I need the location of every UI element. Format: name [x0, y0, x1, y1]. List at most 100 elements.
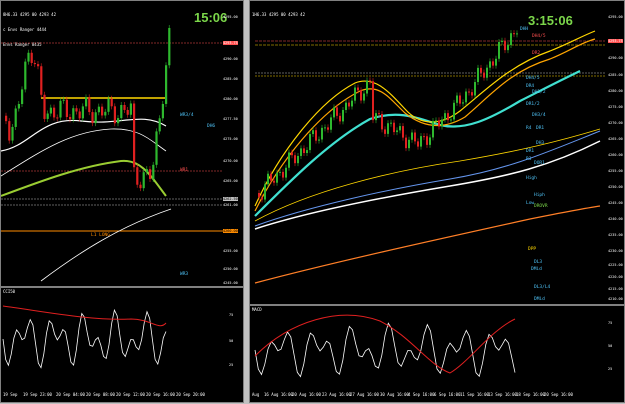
candle — [375, 113, 377, 121]
oscillator-line — [2, 308, 167, 369]
candle — [369, 80, 371, 82]
left-price-chart[interactable] — [1, 1, 243, 404]
price-label: 4250.00 — [223, 267, 238, 271]
candle — [429, 137, 431, 145]
candle — [333, 107, 335, 118]
left-chart-window[interactable]: 8H6.33 4295 00 4293 42 c Envs Ranger 444… — [0, 0, 244, 403]
date-label: 23 Aug 16:00 — [322, 392, 351, 397]
candle — [300, 148, 302, 156]
ema-lime-line — [1, 159, 167, 197]
candle — [387, 123, 389, 134]
ema-white-line — [1, 118, 167, 152]
price-label: 4230.00 — [608, 249, 623, 253]
indicator-scale: 25 — [608, 367, 613, 371]
price-label: 4293.75 — [608, 39, 623, 43]
candle — [145, 169, 148, 173]
candle — [139, 184, 142, 189]
date-label: 18 Sep 16:00 — [516, 392, 545, 397]
indicator-scale: 50 — [608, 344, 613, 348]
candle — [468, 91, 470, 93]
candle — [390, 122, 392, 124]
level-tag: High — [526, 176, 537, 181]
candle — [88, 97, 91, 113]
candle — [101, 106, 104, 116]
candle — [465, 91, 467, 103]
candle — [411, 132, 413, 140]
level-tag: DH4/5 — [532, 34, 546, 39]
pane-separator[interactable] — [250, 304, 624, 306]
candle — [65, 99, 68, 117]
candle — [37, 64, 40, 67]
left-date-axis: 19 Sep 19 Sep 23:00 20 Sep 04:00 20 Sep … — [1, 390, 243, 402]
price-label: 4220.00 — [608, 275, 623, 279]
candle — [59, 100, 62, 118]
level-tag: DMid — [534, 297, 545, 302]
candle — [378, 113, 380, 115]
level-tag: DH4/5 — [526, 76, 540, 81]
candle — [423, 136, 425, 138]
candle — [351, 100, 353, 107]
right-date-axis: Aug 16 Aug 16:00 20 Aug 16:00 23 Aug 16:… — [250, 390, 624, 402]
candle — [447, 113, 449, 121]
candle — [381, 113, 383, 130]
right-chart-window[interactable]: 1H6.33 4295 00 4293 42 3:15:06 DHH DH4/5… — [249, 0, 625, 403]
price-label: 4280.00 — [608, 89, 623, 93]
candle — [72, 108, 75, 120]
date-label: 13 Sep 16:00 — [488, 392, 517, 397]
candle — [168, 27, 171, 66]
candle — [354, 87, 356, 101]
candle — [297, 155, 299, 164]
candle — [46, 113, 49, 119]
candle — [120, 105, 123, 119]
candle — [477, 67, 479, 83]
candle — [43, 94, 46, 119]
pane-separator[interactable] — [1, 286, 243, 288]
level-tag: DMid — [531, 267, 542, 272]
candle — [81, 106, 84, 119]
candle — [270, 173, 272, 181]
price-label: 4215.00 — [608, 287, 623, 291]
price-label: 4270.00 — [608, 121, 623, 125]
candle — [276, 172, 278, 183]
candle — [321, 127, 323, 140]
level-tag: DH1/2 — [532, 90, 546, 95]
ema-yellow-fast-line — [254, 30, 596, 207]
candle — [345, 102, 347, 110]
level-tag: Low — [526, 201, 535, 206]
candle — [366, 80, 368, 94]
candle — [399, 126, 401, 131]
candle — [27, 52, 30, 62]
price-label: 4235.00 — [608, 233, 623, 237]
candle — [342, 109, 344, 122]
candle — [291, 152, 293, 156]
indicator-name: CCI50 — [3, 289, 16, 294]
candle — [14, 108, 17, 127]
candle — [471, 92, 473, 96]
candle — [516, 33, 518, 35]
level-tag: DL3/L4 — [534, 285, 551, 290]
date-label: 20 Sep 16:00 — [146, 392, 175, 397]
signal-line — [2, 305, 167, 327]
level-tag: DL3 — [534, 260, 543, 265]
price-label: 4275.00 — [223, 137, 238, 141]
indicator-name: MACD — [252, 307, 262, 312]
price-label: 4277.50 — [223, 117, 238, 121]
date-label: 20 Sep 20:00 — [176, 392, 205, 397]
candle — [123, 105, 126, 110]
date-label: 20 Sep 12:00 — [116, 392, 145, 397]
candle — [312, 130, 314, 135]
right-price-chart[interactable] — [250, 1, 624, 404]
candle — [107, 98, 110, 112]
candle — [462, 102, 464, 104]
date-label: 19 Sep — [3, 392, 18, 397]
price-label: 4250.00 — [608, 185, 623, 189]
candle — [273, 180, 275, 183]
candle — [40, 66, 43, 95]
price-label: 4285.00 — [608, 73, 623, 77]
candle — [483, 72, 485, 78]
candle — [330, 117, 332, 130]
price-label: 4265.00 — [608, 137, 623, 141]
level-tag: R4 — [526, 126, 532, 131]
candle — [53, 107, 56, 118]
candle — [56, 117, 59, 119]
